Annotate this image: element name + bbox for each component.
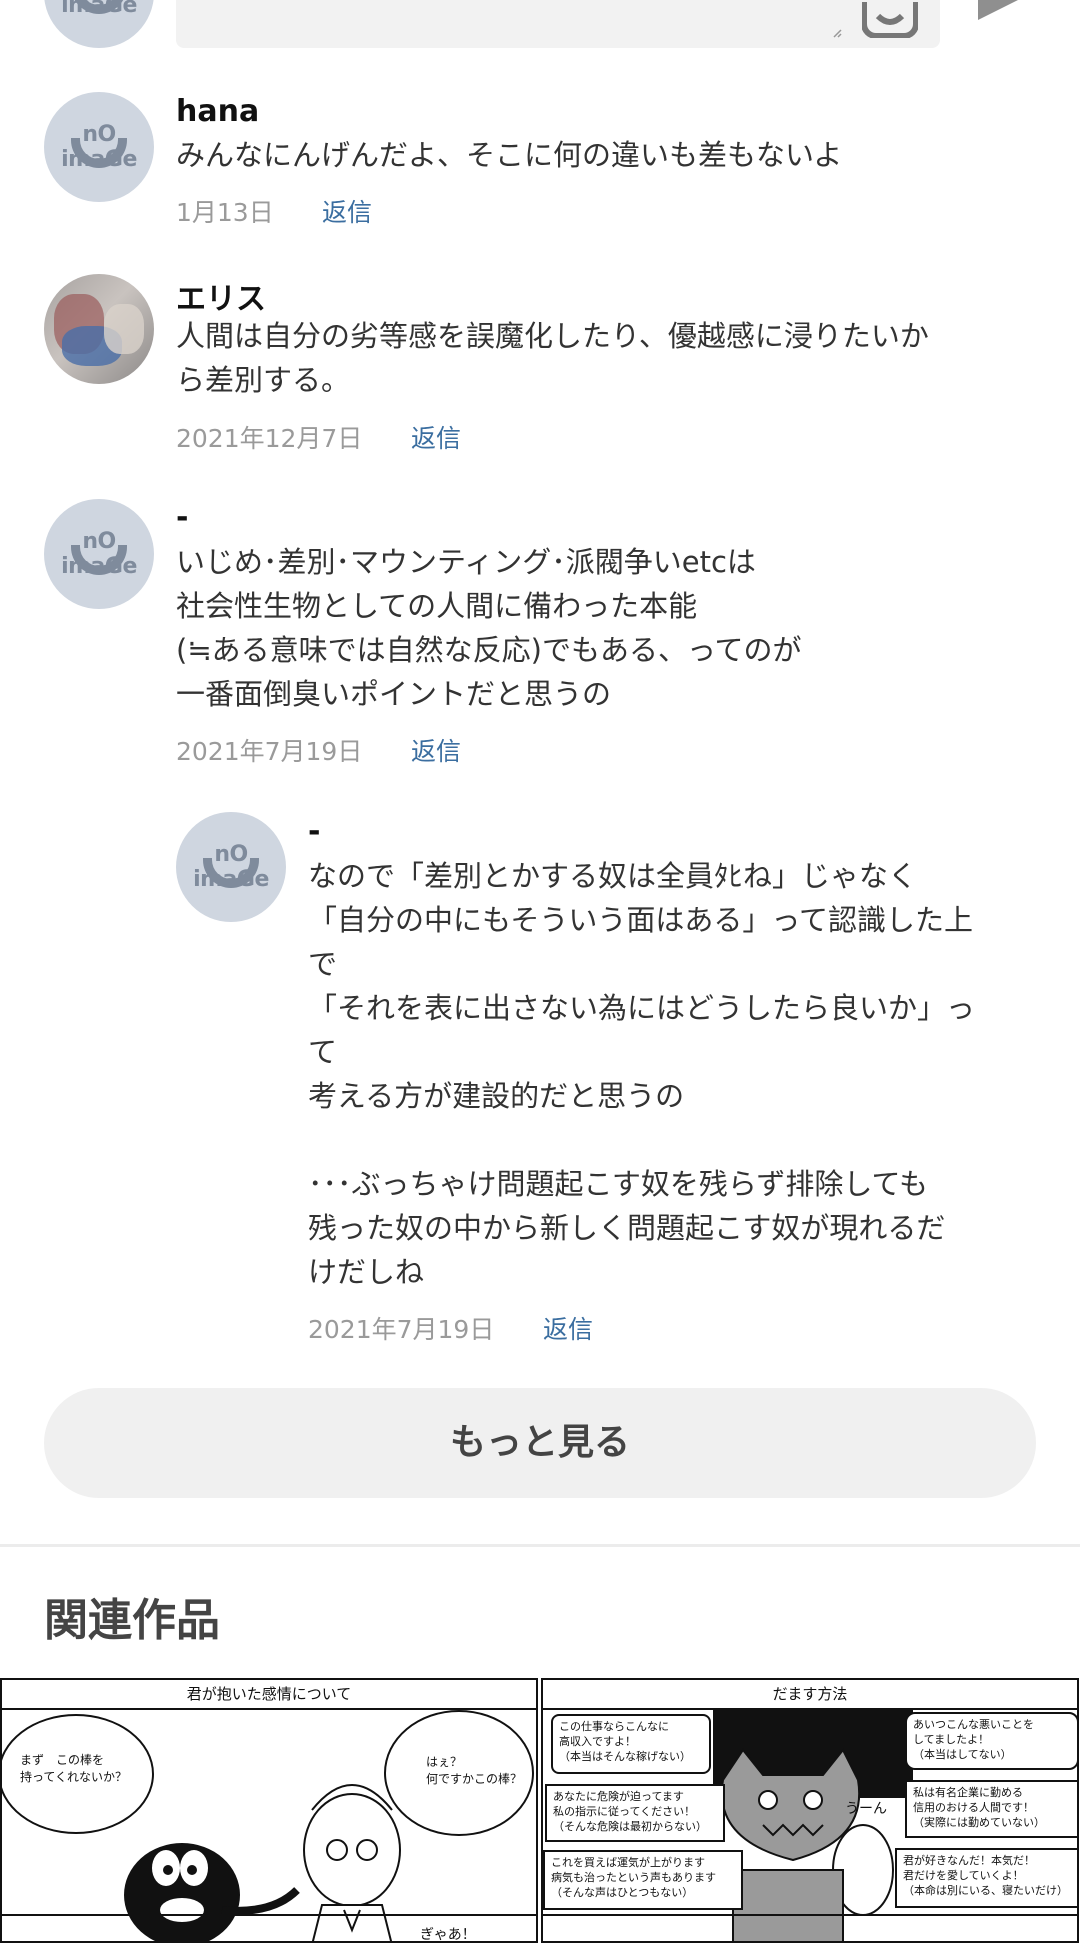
comment-author[interactable]: エリス: [176, 274, 266, 318]
related-work-thumbnail-partial[interactable]: [541, 1914, 1079, 1943]
caption-box: あなたに危険が迫ってます 私の指示に従ってください！ （そんな危険は最初からない…: [545, 1784, 725, 1842]
comment-body: みんなにんげんだよ、そこに何の違いも差もないよ: [176, 138, 843, 172]
reply-button[interactable]: 返信: [543, 1310, 593, 1346]
reply-button[interactable]: 返信: [322, 193, 372, 229]
caption-box: 私は有名企業に勤める 信用のおける人間です！ （実際には勤めていない）: [905, 1780, 1077, 1838]
comment-date: 2021年12月7日: [176, 424, 363, 453]
avatar[interactable]: nO imaGe: [176, 812, 286, 922]
avatar[interactable]: nO imaGe: [44, 92, 154, 202]
caption-box: これを買えば運気が上がります 病気も治ったという声もあります （そんな声はひとつ…: [543, 1850, 743, 1910]
stamp-icon[interactable]: [862, 2, 918, 38]
comment-date: 1月13日: [176, 198, 274, 227]
avatar[interactable]: [44, 274, 154, 384]
comment-body: 人間は自分の劣等感を誤魔化したり、優越感に浸りたいか ら差別する。: [176, 319, 929, 397]
show-more-button[interactable]: もっと見る: [44, 1388, 1036, 1498]
related-works-heading: 関連作品: [44, 1595, 220, 1646]
comment-author[interactable]: hana: [176, 94, 259, 129]
manga-characters-illustration: [124, 1784, 401, 1941]
reply-button[interactable]: 返信: [411, 419, 461, 455]
comment-body: いじめ･差別･マウンティング･派閥争いetcは 社会性生物としての人間に備わった…: [176, 545, 802, 711]
related-work-title: 君が抱いた感情について: [2, 1680, 536, 1710]
caption-box: この仕事ならこんなに 高収入ですよ！ （本当はそんな稼げない）: [551, 1714, 711, 1774]
related-work-thumbnail-partial[interactable]: ぎゃあ！: [0, 1914, 538, 1943]
comment-input[interactable]: [176, 0, 940, 48]
caption-box: あいつこんな悪いことを してましたよ！ （本当はしてない）: [905, 1712, 1077, 1770]
reply-button[interactable]: 返信: [411, 732, 461, 768]
send-icon[interactable]: [976, 0, 1020, 22]
comment-date: 2021年7月19日: [176, 737, 363, 766]
resize-handle-icon: [833, 29, 842, 38]
current-user-avatar: nO imaGe: [44, 0, 154, 48]
sound-effect-text: うーん: [845, 1801, 887, 1817]
avatar-image-part: [104, 304, 144, 354]
avatar[interactable]: nO imaGe: [44, 499, 154, 609]
reply-date: 2021年7月19日: [308, 1315, 495, 1344]
sound-effect-text: ぎゃあ！: [420, 1927, 476, 1943]
related-work-thumbnail[interactable]: だます方法 うーん この仕事ならこんなに 高収入ですよ！ （本当はそんな稼げない…: [541, 1678, 1079, 1943]
caption-box: 君が好きなんだ！本気だ！ 君だけを愛していくよ！ （本命は別にいる、寝たいだけ）: [895, 1848, 1077, 1908]
related-work-title: だます方法: [543, 1680, 1077, 1710]
comment-author[interactable]: -: [176, 500, 188, 535]
reply-author[interactable]: -: [308, 814, 320, 849]
related-work-thumbnail[interactable]: 君が抱いた感情について まず この棒を 持ってくれないか？ はぇ？ 何ですかこの…: [0, 1678, 538, 1943]
reply-body: なので「差別とかする奴は全員ﾀﾋね」じゃなく 「自分の中にもそういう面はある」っ…: [308, 859, 976, 1289]
section-divider: [0, 1544, 1080, 1547]
